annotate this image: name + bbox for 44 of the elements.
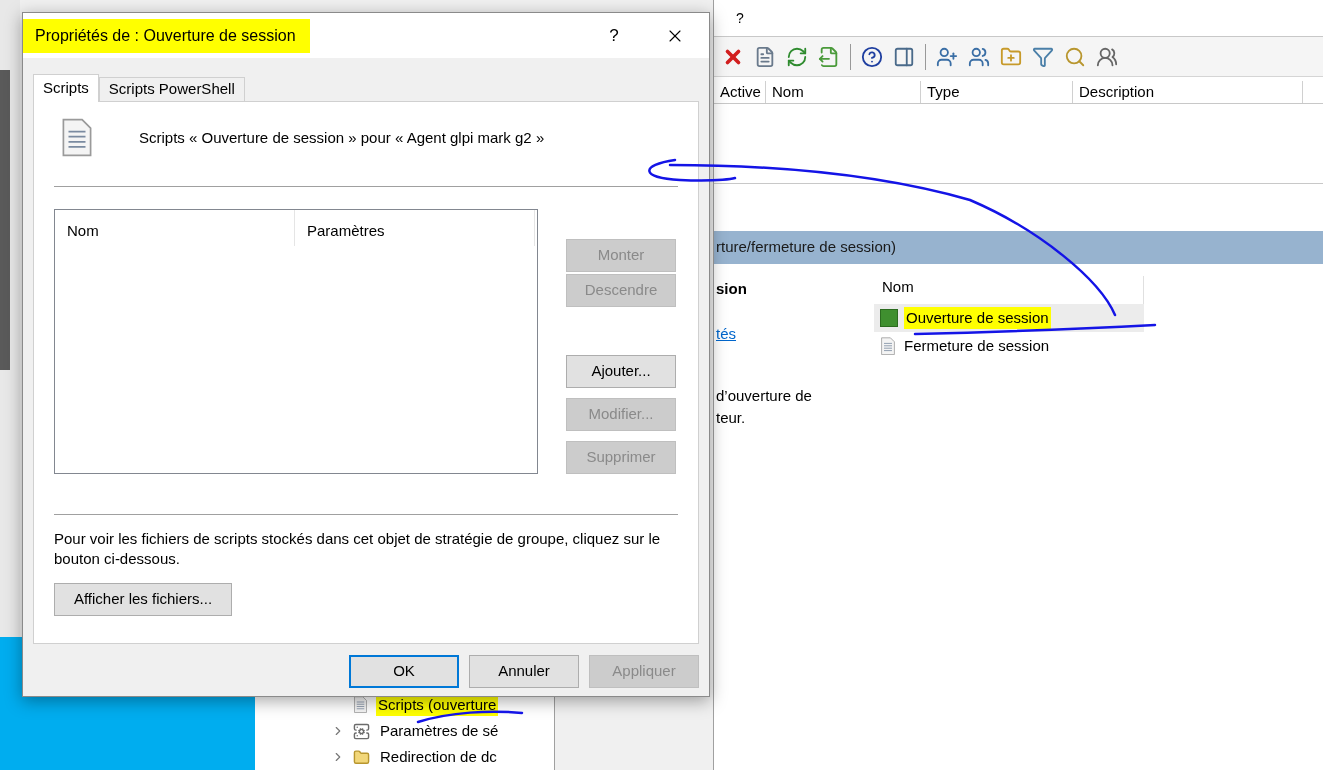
column-header[interactable]: Paramètres <box>295 210 535 246</box>
server-lock-icon <box>353 722 370 740</box>
column-header[interactable]: Nom <box>55 210 295 246</box>
export-icon[interactable] <box>818 45 840 68</box>
panel-icon[interactable] <box>893 45 915 68</box>
item-label: Fermeture de session <box>903 335 1051 356</box>
column-header[interactable]: Active <box>714 81 766 103</box>
tree-item[interactable]: Paramètres de sé <box>378 719 501 743</box>
search-icon[interactable] <box>1064 45 1086 68</box>
folder-icon <box>353 748 370 766</box>
list-item[interactable]: Ouverture de session <box>874 304 1144 332</box>
dialog-button[interactable]: Annuler <box>469 655 579 688</box>
users-icon[interactable] <box>968 45 990 68</box>
script-icon <box>880 336 896 356</box>
header-text: Scripts « Ouverture de session » pour « Agent glpi mark g2 » <box>139 127 545 148</box>
action-button[interactable]: Ajouter... <box>566 355 676 388</box>
user-add-icon[interactable] <box>936 45 958 68</box>
active-script-icon <box>880 309 898 327</box>
show-files-button[interactable]: Afficher les fichiers... <box>54 583 232 616</box>
column-header[interactable]: Nom <box>766 81 921 103</box>
list-item[interactable]: Fermeture de session <box>874 332 1144 360</box>
info-text: Pour voir les fichiers de scripts stockés dans cet objet de stratégie de groupe, cliquez sur le bouton ci-dessous. <box>54 529 662 569</box>
description-text: d’ouverture de <box>716 386 813 406</box>
folder-icon[interactable] <box>1000 45 1022 68</box>
item-label: Ouverture de session <box>904 306 1051 330</box>
script-document-icon <box>60 118 94 158</box>
help-icon[interactable] <box>861 45 883 68</box>
menu-item[interactable]: ? <box>736 7 744 29</box>
dialog-button[interactable]: OK <box>349 655 459 688</box>
refresh-icon[interactable] <box>786 45 808 68</box>
tab[interactable]: Scripts <box>33 74 99 102</box>
document-icon[interactable] <box>754 45 776 68</box>
dialog-title: Propriétés de : Ouverture de session <box>23 18 310 53</box>
column-header[interactable]: Type <box>921 81 1073 103</box>
pane-heading: sion <box>716 279 748 299</box>
section-title: rture/fermeture de session) <box>715 237 897 258</box>
description-text: teur. <box>716 408 747 428</box>
tab[interactable]: Scripts PowerShell <box>98 77 245 101</box>
properties-link[interactable]: tés <box>716 322 736 345</box>
help-button[interactable]: ? <box>591 22 637 49</box>
column-header[interactable]: Description <box>1073 81 1303 103</box>
tree-item[interactable]: Redirection de dc <box>378 745 499 769</box>
people-icon[interactable] <box>1096 45 1118 68</box>
filter-icon[interactable] <box>1032 45 1054 68</box>
